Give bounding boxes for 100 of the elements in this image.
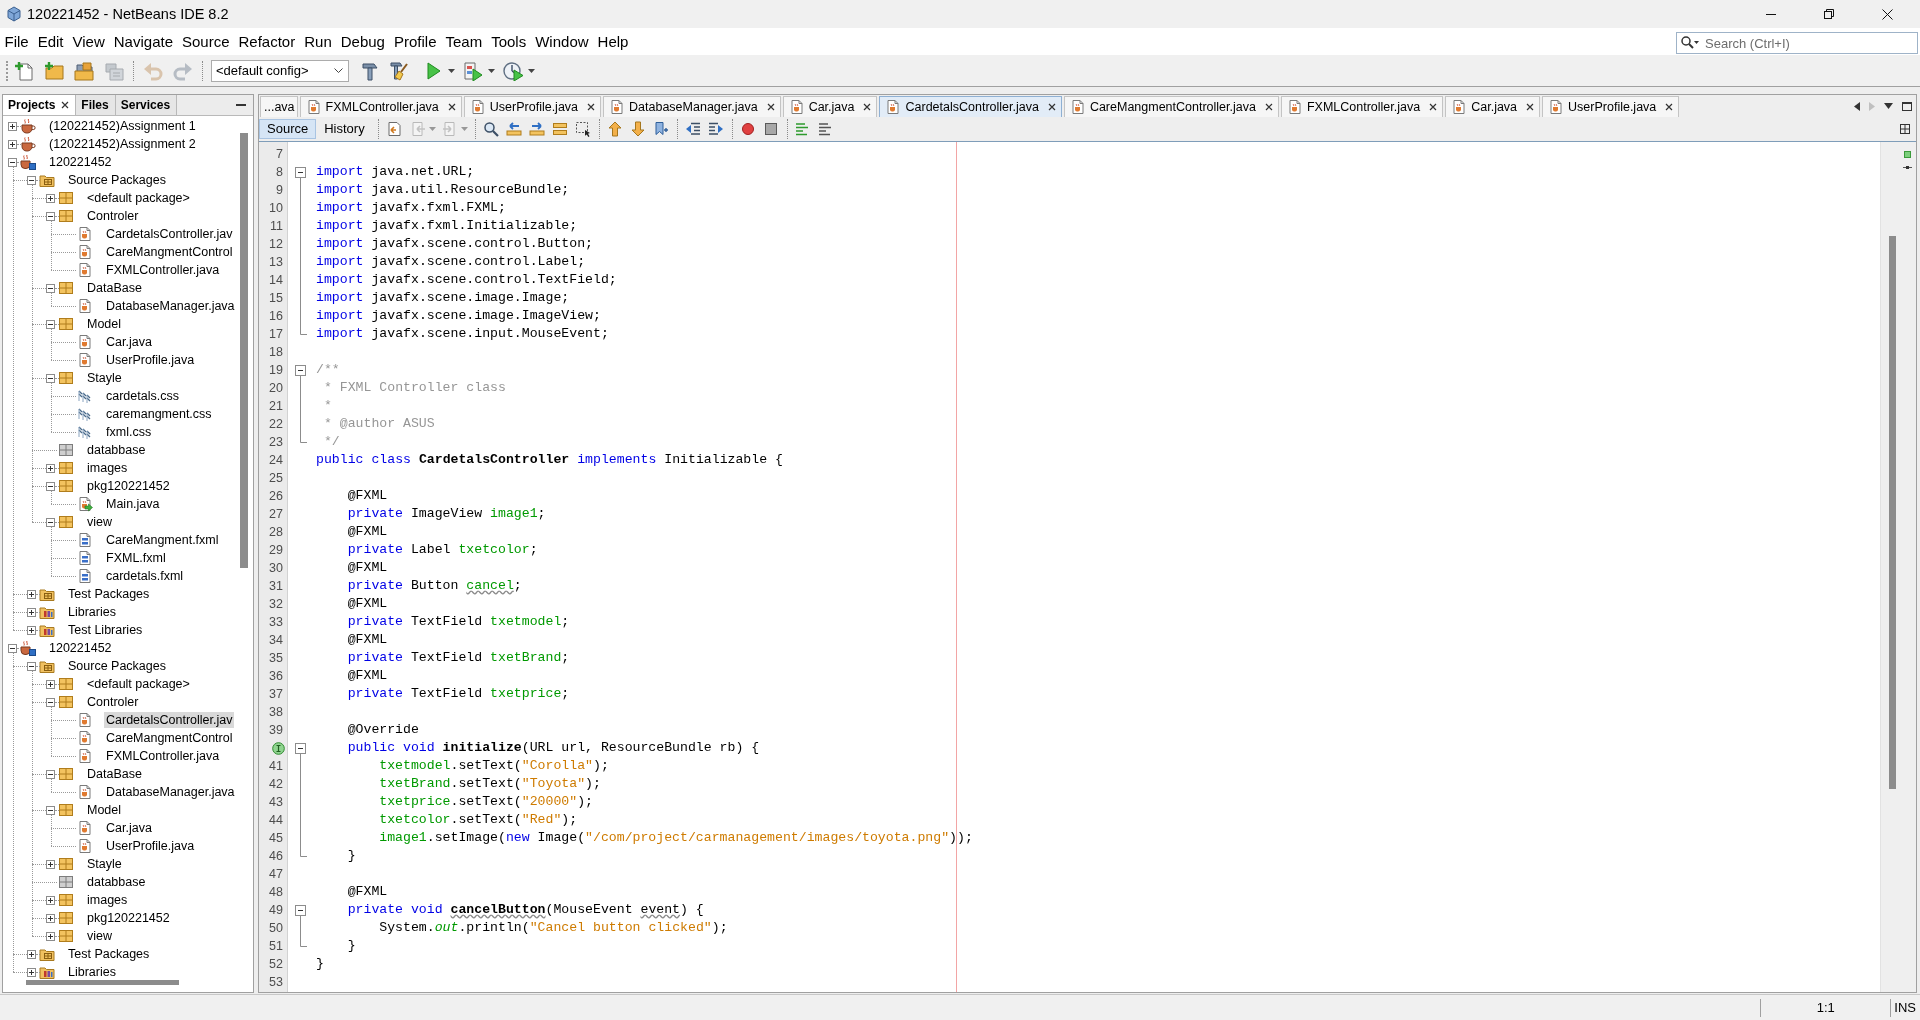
collapse-icon[interactable] xyxy=(46,517,55,527)
tree-item[interactable]: FXML.fxml xyxy=(104,550,168,566)
tree-item[interactable]: Stayle xyxy=(85,856,124,872)
tree-item[interactable]: view xyxy=(85,514,114,530)
tree-item[interactable]: FXMLController.java xyxy=(104,262,222,278)
collapse-icon[interactable] xyxy=(295,742,306,754)
caret-icon[interactable] xyxy=(448,68,455,73)
collapse-icon[interactable] xyxy=(46,805,55,815)
expand-icon[interactable] xyxy=(46,913,55,923)
tree-item[interactable]: images xyxy=(85,460,130,476)
tree-item[interactable]: databbase xyxy=(85,442,148,458)
editor-tab[interactable]: UserProfile.java xyxy=(463,96,602,117)
scroll-left-icon[interactable] xyxy=(1854,101,1860,111)
menu-item[interactable]: Edit xyxy=(33,31,69,52)
tree-item[interactable]: FXMLController.java xyxy=(104,748,222,764)
tree-item[interactable]: 120221452 xyxy=(47,154,114,170)
caret-icon[interactable] xyxy=(528,68,535,73)
selection-rectangle-icon[interactable] xyxy=(575,121,592,137)
collapse-icon[interactable] xyxy=(46,373,55,383)
editor-tab[interactable]: UserProfile.java xyxy=(1542,96,1680,117)
collapse-icon[interactable] xyxy=(46,769,55,779)
menu-item[interactable]: File xyxy=(0,31,34,52)
tree-item[interactable]: DatabaseManager.java xyxy=(104,298,237,314)
collapse-icon[interactable] xyxy=(46,211,55,221)
collapse-icon[interactable] xyxy=(27,175,36,185)
editor-tab[interactable]: CardetalsController.java xyxy=(879,96,1062,117)
expand-icon[interactable] xyxy=(27,967,36,977)
close-icon[interactable] xyxy=(1665,103,1674,111)
tree-item[interactable]: pkg120221452 xyxy=(85,478,172,494)
gauge-play-icon[interactable] xyxy=(503,60,523,81)
collapse-icon[interactable] xyxy=(295,166,306,178)
tree-item[interactable]: cardetals.css xyxy=(104,388,181,404)
panel-tab[interactable]: Files xyxy=(76,95,116,115)
tree-item[interactable]: CareMangmentControl xyxy=(104,730,235,746)
scrollbar-thumb[interactable] xyxy=(240,133,248,568)
search-icon[interactable] xyxy=(1680,34,1700,49)
tree-item[interactable]: cardetals.fxml xyxy=(104,568,186,584)
tree-item[interactable]: CardetalsController.jav xyxy=(104,712,235,728)
tree-item[interactable]: images xyxy=(85,892,130,908)
editor-tab[interactable]: CareMangmentController.java xyxy=(1063,96,1279,117)
view-tab[interactable]: History xyxy=(316,119,373,139)
expand-icon[interactable] xyxy=(46,931,55,941)
maximize-icon[interactable] xyxy=(1902,101,1912,111)
tree-item[interactable]: Libraries xyxy=(66,964,118,980)
menu-item[interactable]: Team xyxy=(441,31,487,52)
folder-plus-icon[interactable] xyxy=(44,60,64,81)
tree-item[interactable]: 120221452 xyxy=(47,640,114,656)
highlight-icon[interactable] xyxy=(552,121,569,137)
tree-item[interactable]: UserProfile.java xyxy=(104,838,197,854)
tree-item[interactable]: DataBase xyxy=(85,766,144,782)
menu-item[interactable]: Source xyxy=(177,31,234,52)
caret-icon[interactable] xyxy=(488,68,495,73)
editor-tab[interactable]: ...ava xyxy=(260,96,298,117)
expand-icon[interactable] xyxy=(46,463,55,473)
editor-tab[interactable]: Car.java xyxy=(1445,96,1541,117)
tree-item[interactable]: fxml.css xyxy=(104,424,154,440)
tree-item[interactable]: Model xyxy=(85,316,124,332)
collapse-icon[interactable] xyxy=(8,157,17,167)
view-tab[interactable]: Source xyxy=(259,119,317,139)
tree-item[interactable]: Test Packages xyxy=(66,946,152,962)
expand-icon[interactable] xyxy=(27,625,36,635)
tree-item[interactable]: CareMangmentControl xyxy=(104,244,235,260)
document-play-icon[interactable] xyxy=(463,60,483,81)
tree-item[interactable]: CardetalsController.jav xyxy=(104,226,235,242)
close-icon[interactable] xyxy=(1047,103,1056,111)
expand-icon[interactable] xyxy=(27,607,36,617)
tree-item[interactable]: Test Packages xyxy=(66,586,152,602)
record-icon[interactable] xyxy=(740,121,757,137)
close-icon[interactable] xyxy=(1526,103,1535,111)
tree-item[interactable]: Libraries xyxy=(66,604,118,620)
collapse-icon[interactable] xyxy=(8,643,17,653)
bookmark-next-icon[interactable] xyxy=(630,121,647,137)
collapse-icon[interactable] xyxy=(46,283,55,293)
tree-item[interactable]: caremangment.css xyxy=(104,406,214,422)
tree-item[interactable]: Car.java xyxy=(104,334,154,350)
collapse-icon[interactable] xyxy=(295,364,306,376)
close-icon[interactable] xyxy=(1429,103,1438,111)
scrollbar-thumb[interactable] xyxy=(26,980,179,985)
expand-icon[interactable] xyxy=(8,121,17,131)
tree-item[interactable]: Car.java xyxy=(104,820,154,836)
tree-item[interactable]: view xyxy=(85,928,114,944)
chevron-down-icon[interactable] xyxy=(334,68,343,73)
split-icon[interactable] xyxy=(1900,124,1910,134)
close-icon[interactable] xyxy=(1881,8,1893,20)
tree-item[interactable]: Source Packages xyxy=(66,172,168,188)
menu-item[interactable]: Window xyxy=(530,31,594,52)
tree-item[interactable]: Stayle xyxy=(85,370,124,386)
hammer-icon[interactable] xyxy=(360,60,380,81)
tab-list-icon[interactable] xyxy=(1884,103,1893,109)
expand-icon[interactable] xyxy=(46,895,55,905)
menu-item[interactable]: Navigate xyxy=(109,31,178,52)
hammer-broom-icon[interactable] xyxy=(390,60,410,81)
shift-right-icon[interactable] xyxy=(708,121,725,137)
expand-icon[interactable] xyxy=(27,589,36,599)
tree-item[interactable]: Test Libraries xyxy=(66,622,145,638)
panel-tab[interactable]: Services xyxy=(115,95,178,115)
collapse-icon[interactable] xyxy=(295,904,306,916)
menu-item[interactable]: Tools xyxy=(486,31,531,52)
editor-tab[interactable]: FXMLController.java xyxy=(1280,96,1444,117)
close-icon[interactable] xyxy=(1264,103,1273,111)
